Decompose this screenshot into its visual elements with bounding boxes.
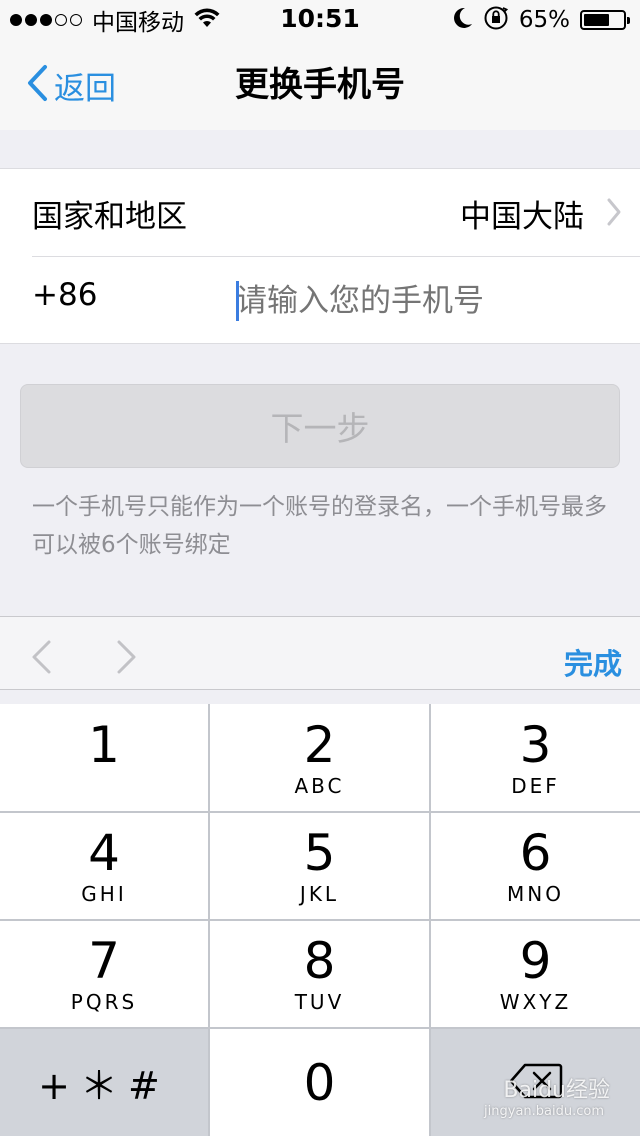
orientation-lock-icon <box>483 5 509 35</box>
key-letters: MNO <box>507 882 564 906</box>
screen: 中国移动 10:51 65% 返回 更换手机号 国家和地区 中国大陆 +86 请… <box>0 0 640 1136</box>
symbols-label: +＊# <box>38 1064 170 1108</box>
region-label: 国家和地区 <box>32 199 187 235</box>
key-letters: ABC <box>294 773 345 798</box>
key-digit: 0 <box>303 1053 336 1112</box>
phone-number-row: +86 <box>0 257 640 344</box>
key-digit: 3 <box>519 715 552 774</box>
status-right: 65% <box>453 5 630 35</box>
key-2[interactable]: 2 ABC <box>210 704 429 811</box>
key-8[interactable]: 8 TUV <box>210 921 429 1027</box>
key-5[interactable]: 5 JKL <box>210 813 429 919</box>
key-digit: 2 <box>303 715 336 774</box>
watermark-logo: Baidu经验 <box>503 1078 610 1103</box>
key-9[interactable]: 9 WXYZ <box>431 921 640 1027</box>
previous-field-icon[interactable] <box>30 639 52 679</box>
next-field-icon[interactable] <box>116 639 138 679</box>
key-digit: 7 <box>88 932 120 990</box>
key-digit: 6 <box>519 824 552 882</box>
key-digit: 1 <box>88 715 120 774</box>
watermark-url: jingyan.baidu.com <box>484 1104 604 1119</box>
phone-number-input[interactable] <box>236 271 616 331</box>
key-digit: 9 <box>519 932 552 990</box>
key-digit: 5 <box>303 824 336 882</box>
key-digit: 4 <box>88 824 120 882</box>
battery-percent: 65% <box>518 7 570 33</box>
key-letters: GHI <box>81 882 127 906</box>
keyboard-accessory-bar: 完成 <box>0 616 640 690</box>
region-value: 中国大陆 <box>460 199 584 235</box>
key-letters: WXYZ <box>499 990 572 1014</box>
key-6[interactable]: 6 MNO <box>431 813 640 919</box>
key-3[interactable]: 3 DEF <box>431 704 640 811</box>
moon-icon <box>453 7 473 33</box>
chevron-right-icon <box>606 197 622 231</box>
country-code: +86 <box>32 277 98 313</box>
phone-form: 国家和地区 中国大陆 +86 <box>0 168 640 344</box>
status-bar: 中国移动 10:51 65% <box>0 0 640 40</box>
navigation-bar: 返回 更换手机号 <box>0 40 640 130</box>
done-button[interactable]: 完成 <box>564 641 622 683</box>
key-4[interactable]: 4 GHI <box>0 813 208 919</box>
key-letters: PQRS <box>70 990 138 1014</box>
battery-level <box>584 14 609 26</box>
next-step-button[interactable]: 下一步 <box>20 384 620 468</box>
page-title: 更换手机号 <box>235 65 405 105</box>
region-selector-row[interactable]: 国家和地区 中国大陆 <box>0 169 640 256</box>
key-letters: DEF <box>511 773 560 798</box>
key-digit: 8 <box>303 932 336 990</box>
key-1[interactable]: 1 <box>0 704 208 811</box>
key-letters: JKL <box>299 882 340 906</box>
hint-text: 一个手机号只能作为一个账号的登录名，一个手机号最多可以被6个账号绑定 <box>32 494 607 558</box>
key-7[interactable]: 7 PQRS <box>0 921 208 1027</box>
key-symbols[interactable]: +＊# <box>0 1029 208 1136</box>
key-letters: TUV <box>294 990 345 1014</box>
next-step-label: 下一步 <box>270 409 370 448</box>
key-0[interactable]: 0 <box>210 1029 429 1136</box>
battery-icon <box>580 10 630 30</box>
text-cursor <box>236 281 239 321</box>
